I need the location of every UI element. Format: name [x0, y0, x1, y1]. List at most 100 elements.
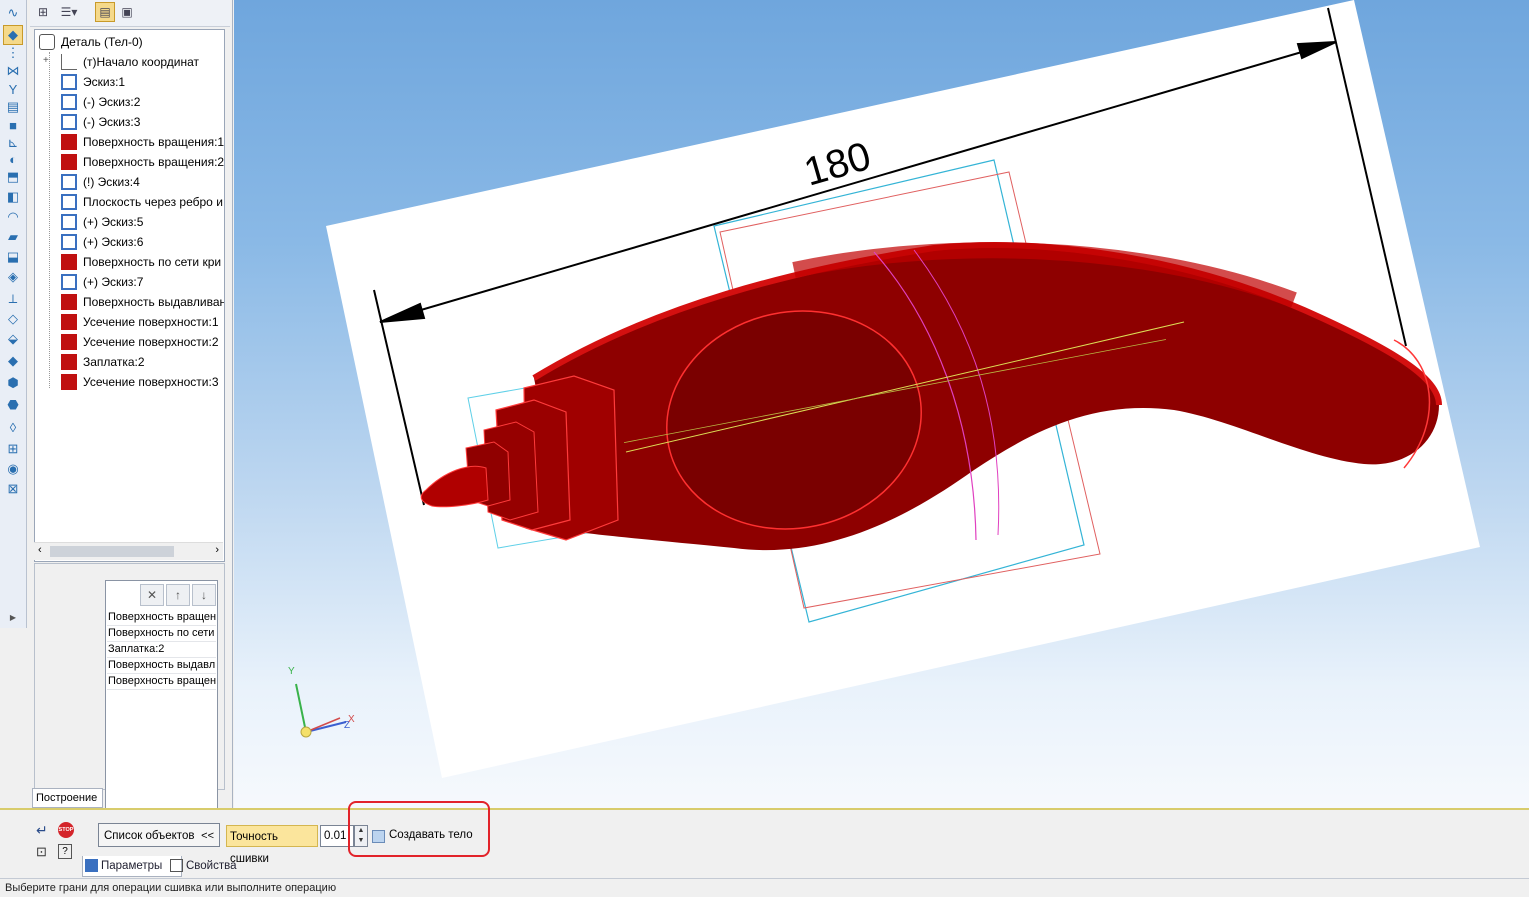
- sew-icon[interactable]: ⬙: [4, 330, 22, 348]
- tree-item[interactable]: Плоскость через ребро и: [61, 192, 223, 212]
- fillet-icon[interactable]: ⬢: [4, 374, 22, 392]
- grid-icon[interactable]: ◇: [4, 310, 22, 328]
- tree-horizontal-scrollbar[interactable]: ‹ ›: [34, 542, 223, 560]
- tree-item[interactable]: Заплатка:2: [61, 352, 145, 372]
- tree-item-label: Поверхность вращения:2: [83, 155, 225, 169]
- tree-item[interactable]: Эскиз:1: [61, 72, 125, 92]
- view-icon[interactable]: ■: [4, 116, 22, 134]
- move-down-icon[interactable]: ↓: [192, 584, 216, 606]
- tree-item-label: (+) Эскиз:6: [83, 235, 144, 249]
- enter-icon[interactable]: ↵: [36, 822, 48, 839]
- tree-item-label: (-) Эскиз:2: [83, 95, 141, 109]
- line-icon[interactable]: ⋈: [4, 62, 22, 80]
- tree-item[interactable]: (!) Эскиз:4: [61, 172, 140, 192]
- scroll-left-icon[interactable]: ‹: [38, 544, 42, 556]
- status-bar: Выберите грани для операции сшивка или в…: [0, 878, 1529, 896]
- tree-mode-icon[interactable]: ▤: [95, 2, 115, 22]
- tree-item-label: Усечение поверхности:2: [83, 335, 219, 349]
- tree-item[interactable]: Усечение поверхности:2: [61, 332, 219, 352]
- expand-toolbar-icon[interactable]: ▶: [4, 608, 22, 626]
- tree-item-label: Усечение поверхности:1: [83, 315, 219, 329]
- delete-object-icon[interactable]: ✕: [140, 584, 164, 606]
- tree-item[interactable]: Усечение поверхности:3: [61, 372, 219, 392]
- parameters-icon: [85, 859, 98, 872]
- sketch-icon[interactable]: ∿: [4, 4, 22, 22]
- tree-item-label: (!) Эскиз:4: [83, 175, 140, 189]
- tree-item[interactable]: Поверхность по сети кри: [61, 252, 221, 272]
- mirror-icon[interactable]: ⋮: [4, 44, 22, 62]
- tree-item-label: Плоскость через ребро и: [83, 195, 223, 209]
- tab-properties[interactable]: Свойства: [168, 856, 260, 876]
- scroll-right-icon[interactable]: ›: [215, 544, 219, 556]
- model-tree: Деталь (Тел-0) (т)Начало координат Эскиз:1…: [34, 29, 225, 562]
- stop-icon[interactable]: STOP: [58, 822, 74, 838]
- precision-label: Точность сшивки: [226, 825, 318, 865]
- tree-item-label: Заплатка:2: [83, 355, 145, 369]
- tree-structure-icon[interactable]: ⊞: [34, 3, 52, 21]
- trim-icon[interactable]: ⬣: [4, 396, 22, 414]
- 3d-viewport[interactable]: 180 Y Z X: [234, 0, 1529, 808]
- tree-item[interactable]: Поверхность выдавливан: [61, 292, 225, 312]
- point-icon[interactable]: ◆: [3, 25, 23, 45]
- patch-icon: [61, 354, 77, 370]
- tree-item-label: Поверхность вращения:1: [83, 135, 225, 149]
- extrude-surface-icon: [61, 294, 77, 310]
- loft-icon[interactable]: ◠: [4, 208, 22, 226]
- sketch-icon: [61, 94, 77, 110]
- trim-surface-icon: [61, 374, 77, 390]
- offset-icon[interactable]: ◆: [4, 352, 22, 370]
- tree-root[interactable]: Деталь (Тел-0): [39, 32, 143, 52]
- tree-item[interactable]: Поверхность вращения:2: [61, 152, 224, 172]
- axis-x-label: X: [348, 714, 355, 725]
- tree-item[interactable]: (т)Начало координат: [61, 52, 199, 72]
- sketch-icon: [61, 114, 77, 130]
- patch-icon[interactable]: ⬓: [4, 248, 22, 266]
- sketch-icon: [61, 74, 77, 90]
- delete-face-icon[interactable]: ⊠: [4, 480, 22, 498]
- tree-item[interactable]: (+) Эскиз:7: [61, 272, 143, 292]
- tree-preview-icon[interactable]: ▣: [118, 3, 136, 21]
- object-list-item[interactable]: Поверхность вращен: [107, 610, 216, 626]
- fit-view-icon[interactable]: ⊡: [36, 844, 47, 860]
- tab-parameters[interactable]: Параметры: [82, 856, 182, 877]
- tab-parameters-label: Параметры: [101, 860, 163, 872]
- tree-toolbar: ⊞ ☰▾ ▤ ▣: [30, 0, 230, 27]
- extrude-icon[interactable]: ⬒: [4, 168, 22, 186]
- spec-icon[interactable]: ▤: [4, 98, 22, 116]
- tree-item[interactable]: Поверхность вращения:1: [61, 132, 224, 152]
- help-icon[interactable]: ?: [58, 844, 72, 859]
- surface-icon[interactable]: ◐: [4, 150, 22, 168]
- tree-item[interactable]: Усечение поверхности:1: [61, 312, 219, 332]
- axis-icon[interactable]: ⟂: [4, 290, 22, 308]
- sweep-icon[interactable]: ▰: [4, 228, 22, 246]
- extend-icon[interactable]: ◊: [4, 418, 22, 436]
- tree-item[interactable]: (+) Эскиз:5: [61, 212, 143, 232]
- expand-node-icon[interactable]: +: [43, 55, 49, 66]
- rotate-icon[interactable]: ◧: [4, 188, 22, 206]
- origin-icon: [61, 54, 77, 70]
- object-list-item[interactable]: Поверхность выдавл: [107, 658, 216, 674]
- construct-tab[interactable]: Построение: [32, 788, 103, 808]
- scroll-thumb[interactable]: [50, 546, 174, 557]
- tree-item-label: (+) Эскиз:5: [83, 215, 144, 229]
- axis-y-label: Y: [288, 666, 295, 677]
- tree-view-dropdown-icon[interactable]: ☰▾: [56, 3, 82, 21]
- object-list-item[interactable]: Поверхность вращен: [107, 674, 216, 690]
- cut-icon[interactable]: ⊞: [4, 440, 22, 458]
- move-up-icon[interactable]: ↑: [166, 584, 190, 606]
- axis-triad: Y Z X: [288, 666, 355, 738]
- stitch-icon[interactable]: ◉: [4, 460, 22, 478]
- object-list-item[interactable]: Заплатка:2: [107, 642, 216, 658]
- object-list-button[interactable]: Список объектов <<: [98, 823, 220, 847]
- object-list-item[interactable]: Поверхность по сети: [107, 626, 216, 642]
- tree-item-label: Поверхность выдавливан: [83, 295, 225, 309]
- tree-item[interactable]: (-) Эскиз:3: [61, 112, 140, 132]
- plane-icon: [61, 194, 77, 210]
- plane-icon[interactable]: ◈: [4, 268, 22, 286]
- tree-item[interactable]: (+) Эскиз:6: [61, 232, 143, 252]
- filter-icon[interactable]: Y: [4, 80, 22, 98]
- tree-root-label: Деталь (Тел-0): [61, 35, 143, 49]
- tree-item[interactable]: (-) Эскиз:2: [61, 92, 140, 112]
- object-list[interactable]: ✕ ↑ ↓ Поверхность вращен Поверхность по с…: [105, 580, 218, 818]
- properties-icon: [170, 859, 183, 872]
